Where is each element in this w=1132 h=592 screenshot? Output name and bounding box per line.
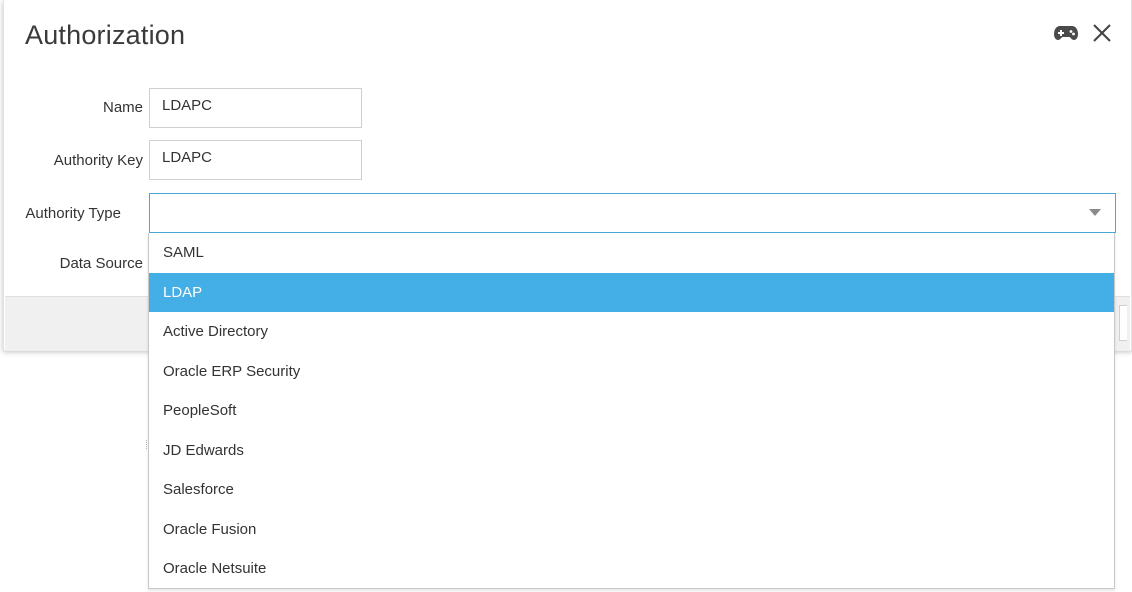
name-field[interactable]: LDAPC: [149, 88, 362, 128]
footer-button[interactable]: [1119, 305, 1127, 341]
authority-type-label: Authority Type: [25, 205, 121, 222]
authority-key-field[interactable]: LDAPC: [149, 140, 362, 180]
dropdown-option[interactable]: JD Edwards: [149, 431, 1114, 471]
page: Authorization Name LDAPC Authority Key L…: [0, 0, 1132, 592]
chevron-down-icon[interactable]: [1089, 209, 1101, 216]
dialog-title: Authorization: [25, 20, 186, 50]
dropdown-option[interactable]: SAML: [149, 233, 1114, 273]
close-icon[interactable]: [1089, 20, 1115, 46]
gamepad-icon[interactable]: [1053, 21, 1079, 45]
dropdown-option[interactable]: Salesforce: [149, 470, 1114, 510]
authority-key-label: Authority Key: [53, 152, 143, 169]
dropdown-option-selected[interactable]: LDAP: [149, 272, 1114, 312]
dropdown-option[interactable]: Active Directory: [149, 312, 1114, 352]
dropdown-option[interactable]: Oracle Fusion: [149, 510, 1114, 550]
authority-type-dropdown: SAML LDAP Active Directory Oracle ERP Se…: [148, 233, 1115, 589]
name-label: Name: [102, 99, 143, 116]
dropdown-option[interactable]: PeopleSoft: [149, 391, 1114, 431]
dropdown-option[interactable]: Oracle ERP Security: [149, 352, 1114, 392]
dropdown-option[interactable]: Oracle Netsuite: [149, 549, 1114, 589]
header-icons: [1053, 20, 1115, 46]
data-source-label: Data Source: [59, 255, 143, 272]
authority-type-select[interactable]: [149, 193, 1116, 233]
